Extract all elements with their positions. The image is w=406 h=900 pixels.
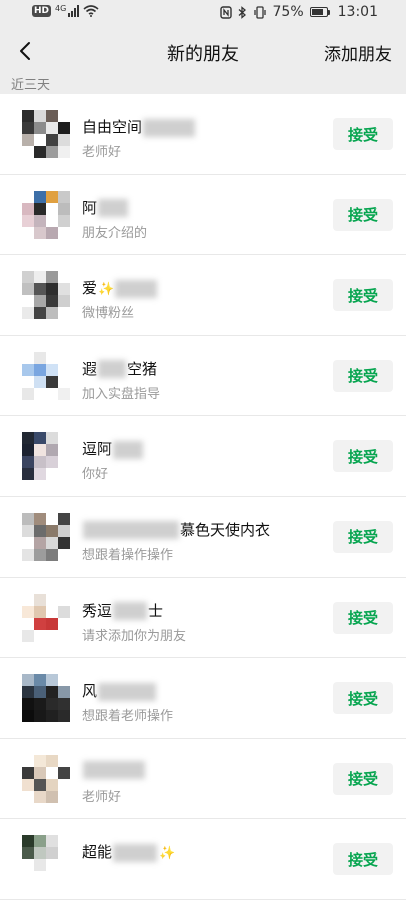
bluetooth-icon	[238, 5, 246, 19]
request-item[interactable]: 老师好 接受	[0, 738, 406, 820]
redacted-name-mask	[113, 602, 148, 621]
avatar[interactable]	[22, 110, 70, 158]
accept-button[interactable]: 接受	[333, 198, 393, 231]
request-item[interactable]: 逗阿你好 接受	[0, 416, 406, 497]
friend-name-text: 逗阿	[82, 440, 113, 459]
accept-button[interactable]: 接受	[333, 118, 393, 150]
sparkle-icon: ✨	[98, 282, 115, 298]
nfc-icon	[219, 5, 232, 19]
redacted-name-mask	[83, 761, 145, 780]
redacted-name-mask	[83, 521, 179, 540]
redacted-name-mask	[113, 843, 158, 862]
add-friend-button[interactable]: 添加朋友	[324, 40, 392, 65]
request-item[interactable]: 秀逗 士请求添加你为朋友 接受	[0, 577, 406, 659]
request-message: 老师好	[82, 145, 122, 160]
accept-button[interactable]: 接受	[333, 843, 393, 876]
request-message: 微博粉丝	[82, 306, 135, 322]
accept-button[interactable]: 接受	[333, 601, 393, 634]
redacted-name-mask	[113, 440, 144, 459]
friend-name: 逗阿	[82, 438, 144, 459]
friend-name: 爱✨	[82, 277, 158, 298]
request-item[interactable]: 自由空间老师好 接受	[0, 94, 406, 175]
friend-name	[82, 761, 146, 780]
signal-icon	[68, 5, 80, 17]
friend-name-text: 遐	[82, 359, 98, 378]
wifi-icon	[83, 5, 99, 17]
accept-button[interactable]: 接受	[333, 682, 393, 715]
request-item[interactable]: 慕色天使内衣 想跟着操作操作 接受	[0, 496, 406, 578]
accept-button[interactable]: 接受	[333, 279, 393, 312]
friend-name: 遐 空猪	[82, 358, 157, 379]
friend-request-list: 自由空间 老师好 接受阿朋友介绍的 接受 爱✨ 微博粉丝 接受遐空猪 加入实盘指导 接受 逗阿 你好…	[0, 94, 406, 900]
avatar[interactable]	[22, 271, 70, 320]
accept-button[interactable]: 接受	[333, 359, 393, 392]
avatar[interactable]	[22, 835, 70, 884]
hd-badge: HD	[32, 5, 52, 17]
avatar[interactable]	[22, 754, 70, 803]
header: 新的朋友 添加朋友	[0, 26, 406, 76]
request-item[interactable]: 风想跟着老师操作 接受	[0, 658, 406, 739]
section-label: 近三天	[11, 78, 51, 93]
friend-name-suffix: 空猪	[127, 359, 158, 378]
friend-name: 阿	[82, 197, 129, 218]
accept-button[interactable]: 接受	[333, 440, 393, 473]
friend-name: 风	[82, 680, 157, 701]
redacted-name-mask	[115, 279, 158, 298]
request-message: 加入实盘指导	[82, 386, 161, 402]
friend-name: 慕色天使内衣	[82, 519, 270, 540]
avatar[interactable]	[22, 432, 70, 481]
accept-button[interactable]: 接受	[333, 762, 393, 795]
accept-button[interactable]: 接受	[333, 520, 393, 553]
friend-name-text: 风	[82, 682, 98, 701]
friend-name-text: 超能	[82, 843, 113, 862]
friend-name: 超能 ✨	[82, 841, 175, 862]
request-message: 想跟着操作操作	[82, 547, 174, 563]
avatar[interactable]	[22, 512, 70, 561]
request-message: 老师好	[82, 789, 122, 805]
clock: 13:01	[337, 4, 378, 20]
status-right: 75% 13:01	[219, 4, 378, 20]
friend-name-suffix: 士	[148, 601, 164, 620]
friend-name: 自由空间	[82, 116, 196, 137]
request-message: 请求添加你为朋友	[82, 628, 187, 644]
avatar[interactable]	[22, 593, 70, 642]
friend-name-text: 爱	[82, 279, 98, 298]
request-item[interactable]: 遐 空猪加入实盘指导 接受	[0, 335, 406, 417]
network-type: 4G	[55, 3, 67, 13]
friend-name-text: 自由空间	[82, 118, 143, 136]
request-message: 朋友介绍的	[82, 225, 148, 241]
status-left: HD 4G	[32, 3, 99, 17]
battery-percent: 75%	[272, 4, 304, 20]
request-message: 你好	[82, 467, 109, 483]
redacted-name-mask	[143, 118, 196, 137]
battery-icon	[309, 7, 330, 17]
status-bar: HD 4G 75% 13:01	[0, 0, 406, 26]
friend-name-text: 秀逗	[82, 601, 113, 620]
request-item[interactable]: 超能 ✨ 接受	[0, 819, 406, 900]
friend-name-text: 阿	[82, 198, 98, 217]
redacted-name-mask	[98, 199, 129, 218]
redacted-name-mask	[98, 360, 127, 379]
redacted-name-mask	[98, 682, 157, 701]
avatar[interactable]	[22, 351, 70, 400]
sparkle-icon: ✨	[159, 846, 176, 862]
request-item[interactable]: 爱✨ 微博粉丝 接受	[0, 255, 406, 336]
avatar[interactable]	[22, 674, 70, 723]
vibrate-icon	[253, 5, 266, 19]
avatar[interactable]	[22, 190, 70, 239]
request-item[interactable]: 阿朋友介绍的 接受	[0, 174, 406, 256]
friend-name: 秀逗 士	[82, 600, 163, 621]
friend-name-suffix: 慕色天使内衣	[180, 520, 271, 539]
request-message: 想跟着老师操作	[82, 709, 174, 725]
